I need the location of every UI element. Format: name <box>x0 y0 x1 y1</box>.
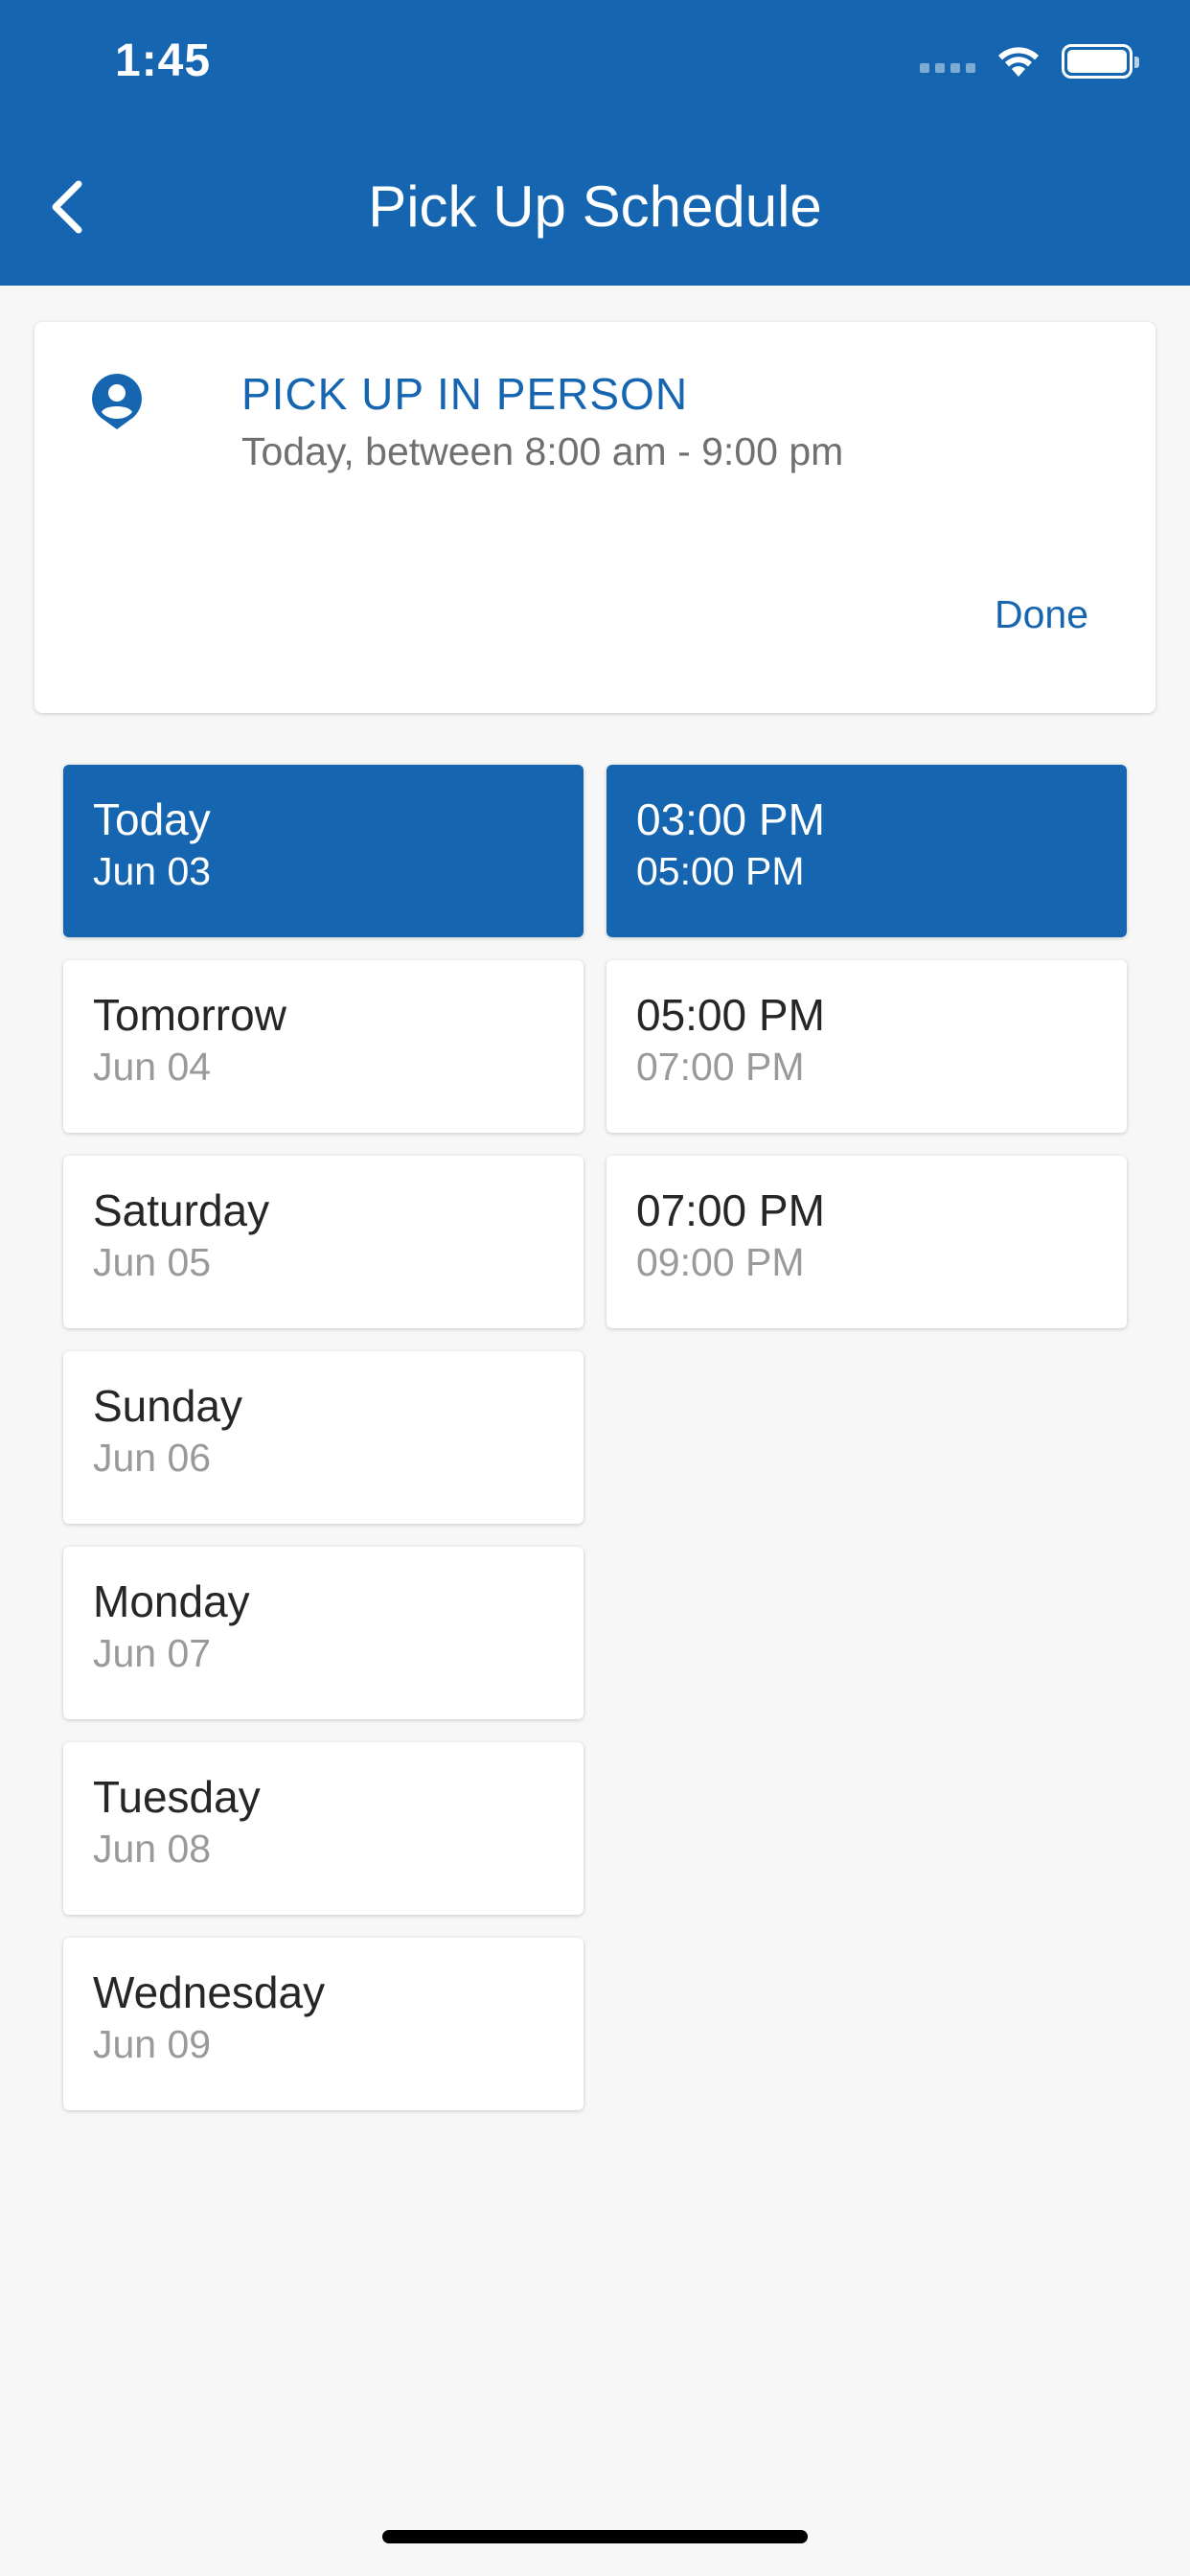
day-name: Sunday <box>93 1381 243 1431</box>
status-icons <box>920 42 1139 80</box>
day-option-saturday[interactable]: Saturday Jun 05 <box>63 1156 584 1328</box>
page-title: Pick Up Schedule <box>368 174 822 239</box>
battery-icon <box>1062 44 1139 79</box>
day-option-wednesday[interactable]: Wednesday Jun 09 <box>63 1938 584 2110</box>
day-date: Jun 07 <box>93 1631 212 1675</box>
day-name: Wednesday <box>93 1967 326 2017</box>
day-option-tuesday[interactable]: Tuesday Jun 08 <box>63 1742 584 1915</box>
pickup-availability-text: Today, between 8:00 am - 9:00 pm <box>241 429 844 473</box>
person-pin-icon <box>86 370 148 431</box>
day-name: Tomorrow <box>93 990 286 1040</box>
time-slot-end: 07:00 PM <box>636 1045 805 1089</box>
time-slot-option[interactable]: 03:00 PM 05:00 PM <box>606 765 1127 937</box>
time-slot-option[interactable]: 05:00 PM 07:00 PM <box>606 960 1127 1133</box>
time-slot-end: 05:00 PM <box>636 849 805 893</box>
pickup-method-card: PICK UP IN PERSON Today, between 8:00 am… <box>34 322 1156 713</box>
day-name: Today <box>93 794 211 844</box>
time-slot-start: 07:00 PM <box>636 1185 825 1235</box>
day-name: Monday <box>93 1576 250 1626</box>
day-option-monday[interactable]: Monday Jun 07 <box>63 1547 584 1719</box>
time-slot-start: 03:00 PM <box>636 794 825 844</box>
time-slot-end: 09:00 PM <box>636 1240 805 1284</box>
done-button[interactable]: Done <box>995 592 1088 637</box>
day-option-tomorrow[interactable]: Tomorrow Jun 04 <box>63 960 584 1133</box>
day-date: Jun 06 <box>93 1436 212 1480</box>
cellular-signal-icon <box>920 63 975 73</box>
time-slot-start: 05:00 PM <box>636 990 825 1040</box>
home-indicator[interactable] <box>382 2530 808 2543</box>
day-date: Jun 09 <box>93 2022 212 2066</box>
time-slot-list: 03:00 PM 05:00 PM 05:00 PM 07:00 PM 07:0… <box>606 765 1127 1351</box>
pickup-method-title: PICK UP IN PERSON <box>241 369 689 419</box>
day-list: Today Jun 03 Tomorrow Jun 04 Saturday Ju… <box>63 765 584 2133</box>
day-date: Jun 08 <box>93 1827 212 1871</box>
day-name: Saturday <box>93 1185 270 1235</box>
day-date: Jun 03 <box>93 849 212 893</box>
app-header: 1:45 Pick Up Schedule <box>0 0 1190 286</box>
day-option-today[interactable]: Today Jun 03 <box>63 765 584 937</box>
wifi-icon <box>996 44 1041 79</box>
day-date: Jun 05 <box>93 1240 212 1284</box>
status-time: 1:45 <box>115 35 212 86</box>
day-option-sunday[interactable]: Sunday Jun 06 <box>63 1351 584 1524</box>
day-date: Jun 04 <box>93 1045 212 1089</box>
app-screen: 1:45 Pick Up Schedule PICK UP IN PERSON … <box>0 0 1190 2576</box>
day-name: Tuesday <box>93 1772 261 1822</box>
time-slot-option[interactable]: 07:00 PM 09:00 PM <box>606 1156 1127 1328</box>
